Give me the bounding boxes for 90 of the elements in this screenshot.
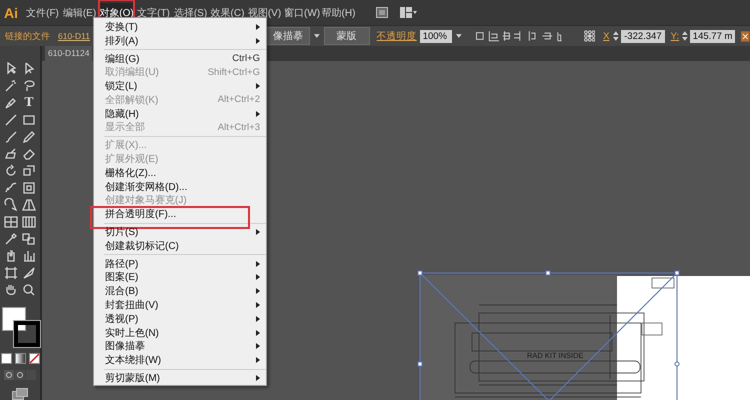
document-tab[interactable]: 610-D1124 [45, 46, 92, 61]
reference-point-icon[interactable] [584, 30, 596, 42]
menu-item[interactable]: 创建裁切标记(C) [94, 238, 266, 253]
shortcut-text: Alt+Ctrl+2 [218, 94, 260, 106]
perspective-grid-icon[interactable] [22, 198, 36, 210]
dropdown-caret-icon[interactable] [314, 34, 320, 38]
slice-icon[interactable] [22, 266, 36, 278]
eyedropper-icon[interactable] [4, 232, 18, 244]
pen-icon[interactable] [4, 96, 18, 108]
type-tool-icon[interactable]: T [20, 94, 38, 110]
file-name-link[interactable]: 610-D11 [58, 31, 90, 41]
submenu-arrow-icon [256, 260, 260, 267]
menu-item[interactable]: 隐藏(H) [94, 106, 266, 121]
menu-item[interactable]: 封套扭曲(V) [94, 298, 266, 312]
stroke-swatch[interactable] [14, 321, 40, 347]
y-position-field[interactable]: 145.77 m [690, 30, 736, 42]
scale-icon[interactable] [22, 164, 36, 176]
color-mode-icon[interactable] [0, 353, 12, 364]
menu-item[interactable]: 创建渐变网格(D)... [94, 180, 266, 194]
menu-bar-item[interactable]: 帮助(H) [321, 2, 356, 22]
submenu-arrow-icon [256, 229, 260, 236]
mesh-icon[interactable] [4, 214, 18, 228]
opacity-label[interactable]: 不透明度 [376, 30, 417, 42]
app-logo: Ai [3, 4, 19, 20]
menu-item[interactable]: 编组(G) Ctrl+G [94, 52, 266, 66]
menu-item[interactable]: 混合(B) [94, 284, 266, 298]
zoom-icon[interactable] [22, 282, 36, 296]
submenu-arrow-icon [256, 316, 260, 322]
x-label: X [603, 30, 610, 42]
image-trace-button[interactable]: 像描摹 [266, 27, 310, 45]
menu-item[interactable]: 路径(P) [94, 256, 266, 271]
menu-item[interactable]: 排列(A) [94, 34, 266, 48]
menu-item[interactable]: 切片(S) [94, 225, 266, 239]
artboard-icon[interactable] [4, 266, 18, 278]
mask-button[interactable]: 蒙版 [324, 27, 370, 45]
menu-item[interactable]: 锁定(L) [94, 79, 266, 93]
submenu-arrow-icon [256, 302, 260, 308]
magic-wand-icon[interactable] [4, 78, 18, 92]
opacity-field[interactable]: 100% [420, 30, 452, 42]
submenu-arrow-icon [256, 288, 260, 294]
free-transform-icon[interactable] [22, 180, 36, 194]
menu-item[interactable]: 实时上色(N) [94, 326, 266, 340]
submenu-arrow-icon [256, 357, 260, 364]
blend-icon[interactable] [22, 232, 36, 244]
gradient-icon[interactable] [22, 214, 36, 228]
submenu-arrow-icon [256, 24, 260, 30]
submenu-arrow-icon [256, 110, 260, 117]
submenu-arrow-icon [256, 343, 260, 350]
shape-builder-icon[interactable] [4, 198, 18, 210]
gradient-mode-icon[interactable] [14, 353, 26, 364]
align-options-icon[interactable] [476, 30, 562, 42]
column-graph-icon[interactable] [22, 248, 36, 262]
layout-grid-icon[interactable] [400, 7, 417, 18]
menu-item[interactable]: 剪切蒙版(M) [94, 371, 266, 385]
screen-mode-icon[interactable] [12, 388, 28, 400]
pencil-icon[interactable] [22, 130, 36, 142]
dropdown-caret-icon[interactable] [456, 34, 462, 38]
menu-item[interactable]: 拼合透明度(F)... [94, 207, 266, 222]
submenu-arrow-icon [256, 330, 260, 336]
draw-mode-icon[interactable] [4, 370, 36, 380]
menu-item[interactable]: 透视(P) [94, 312, 266, 326]
submenu-arrow-icon [256, 83, 260, 90]
rotate-icon[interactable] [4, 164, 18, 176]
menu-item[interactable]: 变换(T) [94, 20, 266, 34]
shortcut-text: Ctrl+G [232, 52, 260, 64]
none-mode-icon[interactable] [28, 353, 40, 364]
linked-file-label: 链接的文件 [5, 30, 50, 42]
brush-icon[interactable] [4, 130, 18, 142]
warp-icon[interactable] [4, 180, 18, 194]
submenu-arrow-icon [256, 274, 260, 280]
shortcut-text: Shift+Ctrl+G [208, 66, 260, 78]
submenu-arrow-icon [256, 38, 260, 44]
line-icon[interactable] [4, 112, 18, 126]
menu-item[interactable]: 文本绕排(W) [94, 353, 266, 368]
menu-bar-item[interactable]: 窗口(W) [284, 2, 319, 22]
menu-item[interactable]: 图像描摹 [94, 340, 266, 354]
menu-bar-item[interactable]: 文件(F) [25, 2, 60, 22]
blob-brush-icon[interactable] [4, 146, 18, 160]
hand-icon[interactable] [4, 282, 18, 296]
eraser-icon[interactable] [22, 146, 36, 160]
submenu-arrow-icon [256, 375, 260, 382]
menu-item[interactable]: 图案(E) [94, 270, 266, 284]
screen-icon[interactable] [376, 7, 388, 18]
menu-bar-item[interactable]: 编辑(E) [62, 2, 97, 22]
menu-item[interactable]: 栅格化(Z)... [94, 166, 266, 180]
y-label: Y: [670, 30, 680, 42]
shortcut-text: Alt+Ctrl+3 [218, 122, 260, 133]
x-position-field[interactable]: -322.347 [621, 30, 665, 42]
lasso-icon[interactable] [22, 78, 36, 92]
rectangle-icon[interactable] [22, 112, 36, 126]
